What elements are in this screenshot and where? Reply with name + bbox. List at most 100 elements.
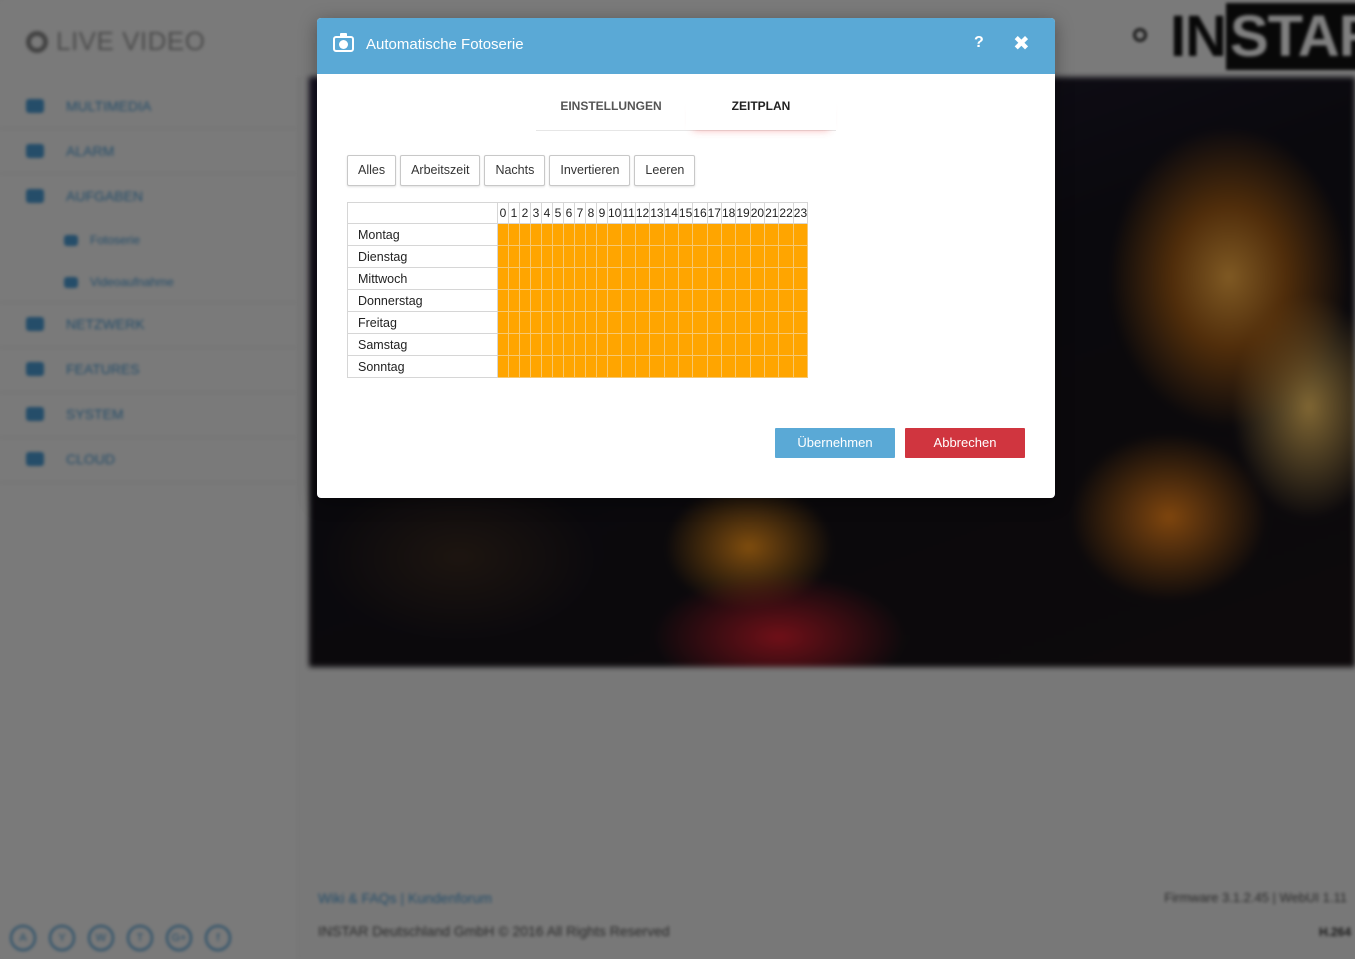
- schedule-cell[interactable]: [519, 355, 531, 378]
- schedule-cell[interactable]: [764, 223, 780, 246]
- schedule-cell[interactable]: [508, 355, 520, 378]
- schedule-cell[interactable]: [606, 355, 623, 378]
- schedule-cell[interactable]: [552, 267, 564, 290]
- schedule-cell[interactable]: [663, 267, 679, 290]
- schedule-cell[interactable]: [530, 289, 542, 312]
- schedule-cell[interactable]: [735, 267, 751, 290]
- hour-header[interactable]: 21: [764, 202, 780, 224]
- schedule-cell[interactable]: [585, 333, 597, 356]
- schedule-cell[interactable]: [519, 267, 531, 290]
- schedule-cell[interactable]: [764, 333, 780, 356]
- schedule-cell[interactable]: [692, 267, 708, 290]
- schedule-cell[interactable]: [692, 355, 708, 378]
- schedule-cell[interactable]: [585, 267, 597, 290]
- schedule-cell[interactable]: [677, 223, 694, 246]
- schedule-cell[interactable]: [720, 333, 737, 356]
- schedule-cell[interactable]: [541, 355, 553, 378]
- schedule-cell[interactable]: [706, 355, 722, 378]
- schedule-cell[interactable]: [706, 245, 722, 268]
- schedule-cell[interactable]: [663, 223, 679, 246]
- schedule-cell[interactable]: [497, 223, 509, 246]
- schedule-cell[interactable]: [677, 355, 694, 378]
- schedule-cell[interactable]: [530, 267, 542, 290]
- schedule-cell[interactable]: [720, 355, 737, 378]
- preset-worktime-button[interactable]: Arbeitszeit: [400, 155, 481, 186]
- schedule-cell[interactable]: [634, 245, 651, 268]
- schedule-cell[interactable]: [778, 267, 794, 290]
- schedule-cell[interactable]: [663, 311, 679, 334]
- schedule-cell[interactable]: [692, 289, 708, 312]
- schedule-cell[interactable]: [497, 289, 509, 312]
- schedule-cell[interactable]: [634, 223, 651, 246]
- help-icon[interactable]: ?: [974, 34, 984, 52]
- schedule-cell[interactable]: [634, 289, 651, 312]
- hour-header[interactable]: 18: [720, 202, 737, 224]
- schedule-cell[interactable]: [764, 311, 780, 334]
- schedule-cell[interactable]: [574, 311, 586, 334]
- hour-header[interactable]: 1: [508, 202, 520, 224]
- schedule-cell[interactable]: [749, 333, 766, 356]
- schedule-cell[interactable]: [530, 311, 542, 334]
- schedule-cell[interactable]: [606, 267, 623, 290]
- schedule-cell[interactable]: [552, 245, 564, 268]
- schedule-cell[interactable]: [621, 289, 636, 312]
- schedule-cell[interactable]: [749, 311, 766, 334]
- day-label[interactable]: Freitag: [347, 311, 498, 334]
- hour-header[interactable]: 5: [552, 202, 564, 224]
- schedule-cell[interactable]: [621, 355, 636, 378]
- schedule-cell[interactable]: [706, 333, 722, 356]
- hour-header[interactable]: 23: [792, 202, 809, 224]
- schedule-cell[interactable]: [497, 333, 509, 356]
- schedule-cell[interactable]: [508, 333, 520, 356]
- day-label[interactable]: Mittwoch: [347, 267, 498, 290]
- schedule-cell[interactable]: [720, 267, 737, 290]
- schedule-cell[interactable]: [792, 289, 809, 312]
- schedule-cell[interactable]: [530, 245, 542, 268]
- schedule-cell[interactable]: [519, 289, 531, 312]
- schedule-cell[interactable]: [574, 289, 586, 312]
- schedule-cell[interactable]: [735, 333, 751, 356]
- schedule-cell[interactable]: [541, 245, 553, 268]
- schedule-cell[interactable]: [649, 289, 665, 312]
- schedule-cell[interactable]: [606, 333, 623, 356]
- schedule-cell[interactable]: [574, 355, 586, 378]
- schedule-cell[interactable]: [735, 311, 751, 334]
- schedule-cell[interactable]: [764, 289, 780, 312]
- schedule-cell[interactable]: [596, 267, 608, 290]
- schedule-cell[interactable]: [606, 289, 623, 312]
- schedule-cell[interactable]: [677, 267, 694, 290]
- schedule-cell[interactable]: [677, 289, 694, 312]
- schedule-cell[interactable]: [497, 355, 509, 378]
- schedule-cell[interactable]: [563, 289, 575, 312]
- schedule-cell[interactable]: [706, 311, 722, 334]
- schedule-cell[interactable]: [735, 355, 751, 378]
- schedule-cell[interactable]: [634, 333, 651, 356]
- schedule-cell[interactable]: [649, 311, 665, 334]
- tab-zeitplan[interactable]: ZEITPLAN: [686, 92, 836, 130]
- hour-header[interactable]: 0: [497, 202, 509, 224]
- schedule-cell[interactable]: [508, 245, 520, 268]
- schedule-cell[interactable]: [663, 355, 679, 378]
- schedule-cell[interactable]: [778, 311, 794, 334]
- hour-header[interactable]: 22: [778, 202, 794, 224]
- schedule-cell[interactable]: [574, 245, 586, 268]
- schedule-cell[interactable]: [720, 223, 737, 246]
- schedule-cell[interactable]: [519, 223, 531, 246]
- day-label[interactable]: Dienstag: [347, 245, 498, 268]
- schedule-cell[interactable]: [778, 355, 794, 378]
- schedule-cell[interactable]: [749, 245, 766, 268]
- schedule-cell[interactable]: [778, 289, 794, 312]
- schedule-cell[interactable]: [764, 355, 780, 378]
- schedule-cell[interactable]: [508, 311, 520, 334]
- schedule-cell[interactable]: [792, 267, 809, 290]
- schedule-cell[interactable]: [792, 245, 809, 268]
- hour-header[interactable]: 2: [519, 202, 531, 224]
- schedule-cell[interactable]: [634, 311, 651, 334]
- hour-header[interactable]: 7: [574, 202, 586, 224]
- schedule-cell[interactable]: [677, 333, 694, 356]
- schedule-cell[interactable]: [634, 355, 651, 378]
- schedule-cell[interactable]: [677, 311, 694, 334]
- schedule-cell[interactable]: [621, 245, 636, 268]
- hour-header[interactable]: 20: [749, 202, 766, 224]
- schedule-cell[interactable]: [541, 223, 553, 246]
